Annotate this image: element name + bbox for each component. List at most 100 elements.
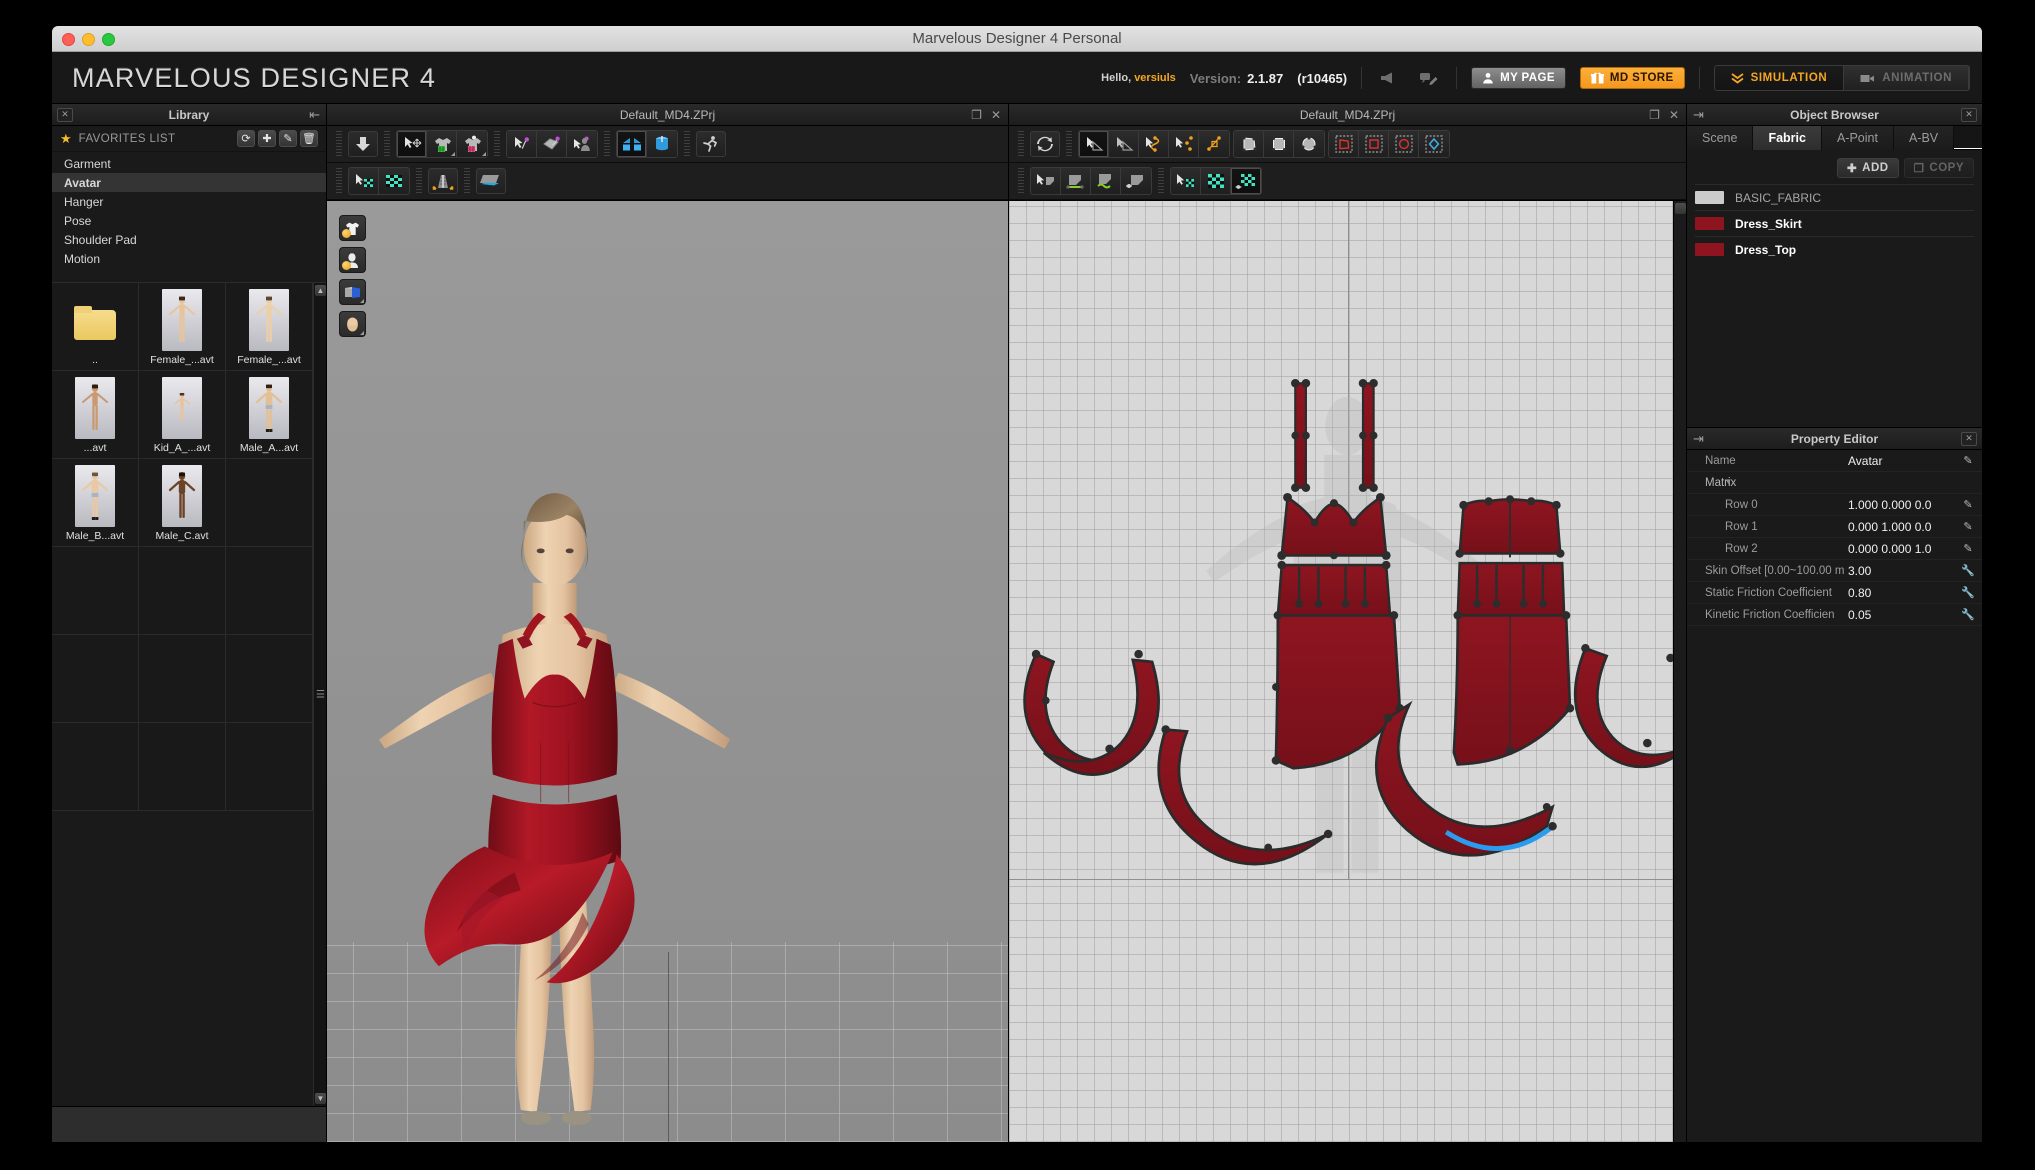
toolbar-grip[interactable]: [336, 131, 342, 157]
copy-fabric-button[interactable]: ❐ COPY: [1903, 158, 1974, 178]
property-row-skin-offset[interactable]: Skin Offset [0.00~100.00 m 3.00 🔧: [1687, 560, 1982, 582]
add-point-icon[interactable]: [1169, 131, 1199, 157]
toolbar-grip[interactable]: [384, 131, 390, 157]
add-icon[interactable]: ✚: [258, 130, 276, 147]
box-pin-icon[interactable]: [537, 131, 567, 157]
tab-a-bv[interactable]: A-BV: [1893, 126, 1955, 150]
list-item[interactable]: Male_C.avt: [139, 459, 226, 547]
property-row-matrix-row-0[interactable]: Row 0 1.000 0.000 0.0 ✎: [1687, 494, 1982, 516]
show-fabric-icon[interactable]: [339, 279, 366, 305]
select-sewing-icon[interactable]: [1031, 168, 1061, 194]
list-item[interactable]: Dress_Top: [1695, 236, 1974, 262]
feedback-pencil-icon[interactable]: [1416, 67, 1442, 89]
list-item[interactable]: [226, 459, 313, 547]
list-item[interactable]: ..: [52, 283, 139, 371]
scroll-up-icon[interactable]: ▲: [315, 285, 326, 296]
megaphone-icon[interactable]: [1376, 67, 1402, 89]
show-skin-icon[interactable]: [339, 311, 366, 337]
run-simulation-icon[interactable]: [696, 131, 726, 157]
tab-simulation[interactable]: SIMULATION: [1714, 66, 1845, 90]
library-dock-left-icon[interactable]: ⇤: [309, 108, 320, 121]
restore-icon[interactable]: ❐: [1649, 109, 1660, 121]
viewport-2d-canvas[interactable]: [1009, 200, 1686, 1142]
sidebar-item-pose[interactable]: Pose: [52, 211, 326, 230]
segment-sewing-icon[interactable]: [1061, 168, 1091, 194]
list-item[interactable]: Female_...avt: [139, 283, 226, 371]
internal-polygon-icon[interactable]: [1329, 131, 1359, 157]
md-store-button[interactable]: MD STORE: [1579, 67, 1685, 89]
select-move-garment-icon[interactable]: [397, 131, 427, 157]
dart-icon[interactable]: [1419, 131, 1449, 157]
toolbar-grip[interactable]: [604, 131, 610, 157]
scroll-grip-icon[interactable]: ☰: [316, 689, 325, 700]
texture-2d-icon[interactable]: [1201, 168, 1231, 194]
fold-arrange-icon[interactable]: [617, 131, 647, 157]
list-item[interactable]: BASIC_FABRIC: [1695, 184, 1974, 210]
viewport-3d-canvas[interactable]: [327, 200, 1008, 1142]
my-page-button[interactable]: MY PAGE: [1471, 67, 1566, 89]
wrench-icon[interactable]: 🔧: [1960, 608, 1976, 621]
toolbar-grip[interactable]: [494, 131, 500, 157]
edit-icon[interactable]: ✎: [279, 130, 297, 147]
free-sewing-icon[interactable]: [1091, 168, 1121, 194]
edit-pattern-icon[interactable]: [1079, 131, 1109, 157]
object-browser-close-icon[interactable]: ✕: [1961, 107, 1977, 122]
property-row-matrix-row-1[interactable]: Row 1 0.000 1.000 0.0 ✎: [1687, 516, 1982, 538]
property-row-kinetic-friction[interactable]: Kinetic Friction Coefficien 0.05 🔧: [1687, 604, 1982, 626]
list-item[interactable]: ...avt: [52, 371, 139, 459]
show-garment-icon[interactable]: [339, 215, 366, 241]
select-mesh-green-icon[interactable]: [427, 131, 457, 157]
list-item[interactable]: Female_...avt: [226, 283, 313, 371]
polygon-icon[interactable]: [1234, 131, 1264, 157]
toolbar-grip[interactable]: [416, 168, 422, 194]
pencil-icon[interactable]: ✎: [1960, 542, 1976, 555]
wrench-icon[interactable]: 🔧: [1960, 564, 1976, 577]
pencil-icon[interactable]: ✎: [1960, 498, 1976, 511]
toolbar-grip[interactable]: [1018, 168, 1024, 194]
sidebar-item-motion[interactable]: Motion: [52, 249, 326, 268]
list-item[interactable]: Dress_Skirt: [1695, 210, 1974, 236]
pencil-icon[interactable]: ✎: [1960, 454, 1976, 467]
circle-icon[interactable]: [1294, 131, 1324, 157]
toolbar-grip[interactable]: [336, 168, 342, 194]
sewing-edit-icon[interactable]: [1121, 168, 1151, 194]
close-icon[interactable]: ✕: [1669, 109, 1679, 121]
sidebar-item-avatar[interactable]: Avatar: [52, 173, 326, 192]
tab-fabric[interactable]: Fabric: [1753, 126, 1822, 150]
sync-icon[interactable]: [1030, 131, 1060, 157]
edit-curvature-icon[interactable]: [1139, 131, 1169, 157]
arrange-cylinder-icon[interactable]: [647, 131, 677, 157]
select-texture-icon[interactable]: [349, 168, 379, 194]
edit-curve-point-icon[interactable]: [1109, 131, 1139, 157]
tab-scene[interactable]: Scene: [1687, 126, 1754, 150]
internal-circle-icon[interactable]: [1389, 131, 1419, 157]
toolbar-grip[interactable]: [464, 168, 470, 194]
chevron-down-icon[interactable]: ▼: [1724, 477, 1732, 486]
fabric-plane-icon[interactable]: [476, 168, 506, 194]
property-row-matrix[interactable]: Matrix ▼: [1687, 472, 1982, 494]
toolbar-grip[interactable]: [684, 131, 690, 157]
select-texture-2d-icon[interactable]: [1171, 168, 1201, 194]
restore-icon[interactable]: ❐: [971, 109, 982, 121]
list-item[interactable]: Male_B...avt: [52, 459, 139, 547]
tab-a-point[interactable]: A-Point: [1821, 126, 1894, 150]
sidebar-item-shoulder-pad[interactable]: Shoulder Pad: [52, 230, 326, 249]
delete-icon[interactable]: 🗑: [300, 130, 318, 147]
gravity-drop-icon[interactable]: [348, 131, 378, 157]
select-mesh-pink-icon[interactable]: [457, 131, 487, 157]
wrench-icon[interactable]: 🔧: [1960, 586, 1976, 599]
toolbar-grip[interactable]: [1066, 131, 1072, 157]
viewport-2d-scrollbar[interactable]: [1673, 201, 1686, 1142]
scroll-down-icon[interactable]: ▼: [315, 1093, 326, 1104]
sidebar-item-garment[interactable]: Garment: [52, 154, 326, 173]
texture-edit-2d-icon[interactable]: [1231, 168, 1261, 194]
refresh-icon[interactable]: ⟳: [237, 130, 255, 147]
library-scrollbar[interactable]: ▲ ☰ ▼: [313, 283, 326, 1106]
property-row-static-friction[interactable]: Static Friction Coefficient 0.80 🔧: [1687, 582, 1982, 604]
close-icon[interactable]: ✕: [991, 109, 1001, 121]
pencil-icon[interactable]: ✎: [1960, 520, 1976, 533]
property-row-matrix-row-2[interactable]: Row 2 0.000 0.000 1.0 ✎: [1687, 538, 1982, 560]
tab-animation[interactable]: ANIMATION: [1844, 66, 1969, 90]
scroll-up-icon[interactable]: [1675, 203, 1686, 214]
fold-arrange-2d-icon[interactable]: [1199, 131, 1229, 157]
